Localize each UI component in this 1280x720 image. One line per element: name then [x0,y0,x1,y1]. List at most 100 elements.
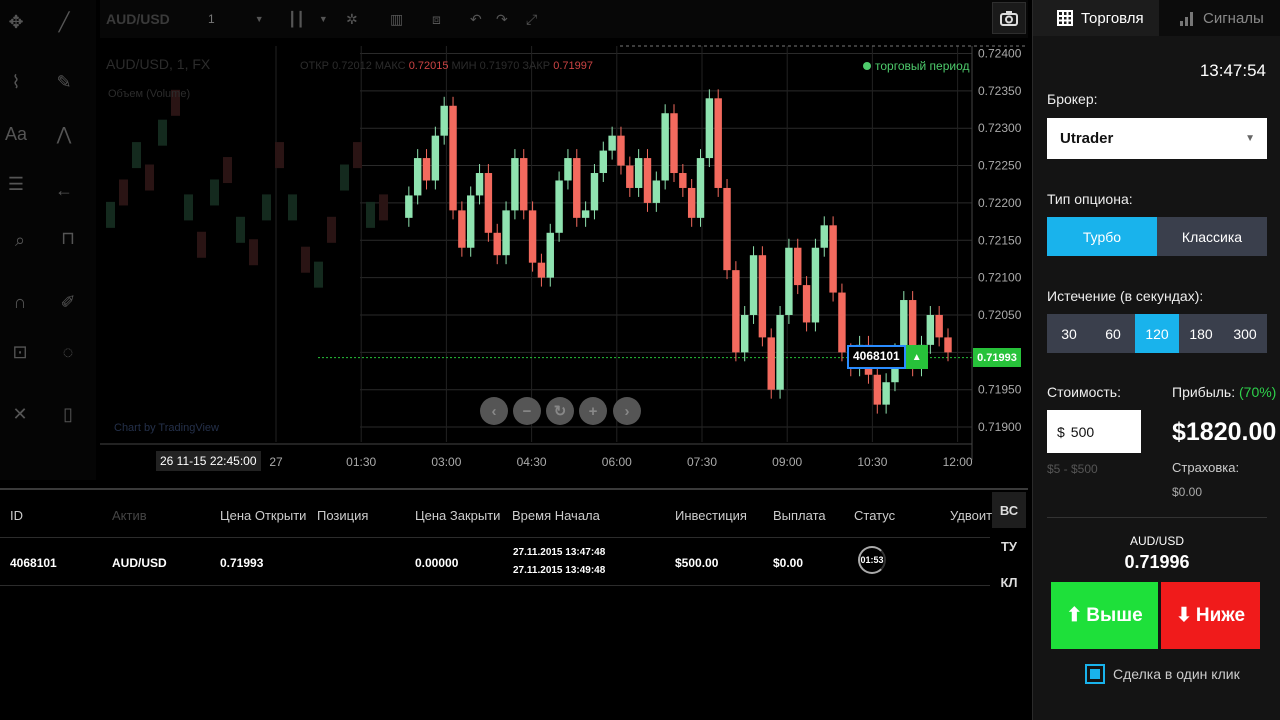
fibonacci-tool-icon[interactable]: ☰ [2,170,30,198]
one-click-label: Сделка в один клик [1113,666,1240,682]
volume-study-label[interactable]: Объем (Volume) [108,88,190,100]
history-candle [145,164,154,191]
fullscreen-icon[interactable]: ⤢ [526,6,537,32]
arrow-tool-icon[interactable]: ← [50,176,78,204]
templates-icon[interactable]: ⧈ [432,6,441,32]
expiry-300-button[interactable]: 300 [1223,314,1267,353]
put-lower-button[interactable]: ⬇ Ниже [1161,582,1260,649]
expiry-120-button[interactable]: 120 [1135,314,1179,353]
trash-icon[interactable]: ▯ [54,400,82,428]
candle-body [581,210,590,218]
price-chart[interactable]: 0.72400 0.72350 0.72300 0.72250 0.72200 0.721… [100,40,1028,480]
y-tick-label: 0.72300 [978,121,1022,135]
expiry-30-button[interactable]: 30 [1047,314,1091,353]
col-asset[interactable]: Актив [112,508,147,523]
lock-tool-icon[interactable]: ⊡ [6,338,34,366]
candle-body [705,98,714,159]
col-start-time[interactable]: Время Начала [512,508,600,523]
divider [0,537,990,538]
trading-period-indicator: торговый период [863,59,970,73]
chart-title: AUD/USD, 1, FX [106,56,211,72]
call-higher-button[interactable]: ⬆ Выше [1051,582,1158,649]
text-tool-icon[interactable]: Aa [2,120,30,148]
candle-body [449,105,457,211]
chart-toolbar: AUD/USD 1 ▼ ┃┃ ▼ ✲ ▥ ⧈ ↶ ↷ ⤢ [100,0,1028,38]
candle-body [626,165,634,188]
profit-percent: (70%) [1239,384,1277,400]
remove-drawings-icon[interactable]: ✕ [6,400,34,428]
cell-start-time: 27.11.2015 13:47:48 [513,547,606,558]
history-candle [184,194,193,221]
divider [1047,517,1267,518]
expiry-60-button[interactable]: 60 [1091,314,1135,353]
col-double[interactable]: Удвоит [950,508,992,523]
col-status[interactable]: Статус [854,508,895,523]
candle-body [599,150,608,174]
tab-closed[interactable]: КЛ [992,564,1026,600]
scroll-left-button[interactable]: ‹ [480,397,508,425]
y-tick-label: 0.72100 [978,271,1022,285]
col-id[interactable]: ID [10,508,23,523]
x-tick-label: 03:00 [431,455,461,469]
measure-tool-icon[interactable]: ⊓ [54,224,82,252]
scroll-right-button[interactable]: › [613,397,641,425]
edit-tool-icon[interactable]: ✐ [54,288,82,316]
one-click-toggle[interactable]: Сделка в один клик [1085,664,1240,684]
option-classic-button[interactable]: Классика [1157,217,1267,256]
magnet-tool-icon[interactable]: ∩ [6,288,34,316]
compare-icon[interactable]: ▥ [390,6,403,32]
chart-type-icon[interactable]: ┃┃ ▼ [288,6,328,32]
candle-body [767,337,775,390]
expiry-180-button[interactable]: 180 [1179,314,1223,353]
candle-body [873,374,882,405]
interval-select[interactable]: 1 ▼ [208,6,264,32]
insurance-value: $0.00 [1172,485,1203,499]
expiry-selector: 30 60 120 180 300 [1047,314,1267,353]
tab-all[interactable]: ВС [992,492,1026,528]
tab-trading[interactable]: Торговля [1033,0,1159,36]
col-open-price[interactable]: Цена Открыти [220,508,306,523]
cell-open-price: 0.71993 [220,556,264,570]
pitchfork-tool-icon[interactable]: ⋀ [50,120,78,148]
zoom-out-button[interactable]: − [513,397,541,425]
history-candle [353,142,362,169]
y-tick-label: 0.71900 [978,420,1022,434]
trades-table: ID Актив Цена Открыти Позиция Цена Закры… [0,488,1028,720]
option-type-label: Тип опциона: [1047,191,1133,207]
broker-select[interactable]: Utrader ▼ [1047,118,1267,159]
tab-signals[interactable]: Сигналы [1159,0,1280,36]
col-investment[interactable]: Инвестиция [675,508,747,523]
col-payout[interactable]: Выплата [773,508,826,523]
tab-current[interactable]: ТУ [992,528,1026,564]
cost-input[interactable]: $ 500 [1047,410,1141,453]
insurance-label: Страховка: [1172,460,1240,475]
y-tick-label: 0.72350 [978,84,1022,98]
cursor-tool-icon[interactable]: ✥ [2,8,30,36]
screenshot-button[interactable] [992,2,1026,34]
history-candle [210,179,219,206]
candle-body [608,135,616,151]
col-position[interactable]: Позиция [317,508,368,523]
trade-marker[interactable]: 4068101 ▲ [847,345,928,369]
hide-tool-icon[interactable]: ◌ [54,338,82,366]
panel-tabs: Торговля Сигналы [1033,0,1280,36]
brush-tool-icon[interactable]: ⌇ [2,68,30,96]
pencil-tool-icon[interactable]: ✎ [50,68,78,96]
trend-line-tool-icon[interactable]: ╱ [50,8,78,36]
checkbox-icon[interactable] [1085,664,1105,684]
arrow-up-icon: ▲ [905,345,928,369]
zoom-in-button[interactable]: + [579,397,607,425]
ohlc-close: 0.71997 [553,60,593,72]
zoom-tool-icon[interactable]: ⌕ [6,226,34,254]
undo-icon[interactable]: ↶ [470,6,482,32]
table-filter-tabs: ВС ТУ КЛ [992,492,1026,600]
profit-label: Прибыль: [1172,384,1236,400]
col-close-price[interactable]: Цена Закрыти [415,508,500,523]
indicators-icon[interactable]: ✲ [346,6,358,32]
symbol-search[interactable]: AUD/USD [106,6,170,32]
x-tick-label: 01:30 [346,455,376,469]
reset-chart-button[interactable]: ↻ [546,397,574,425]
option-turbo-button[interactable]: Турбо [1047,217,1157,256]
y-tick-label: 0.72200 [978,196,1022,210]
redo-icon[interactable]: ↷ [496,6,508,32]
